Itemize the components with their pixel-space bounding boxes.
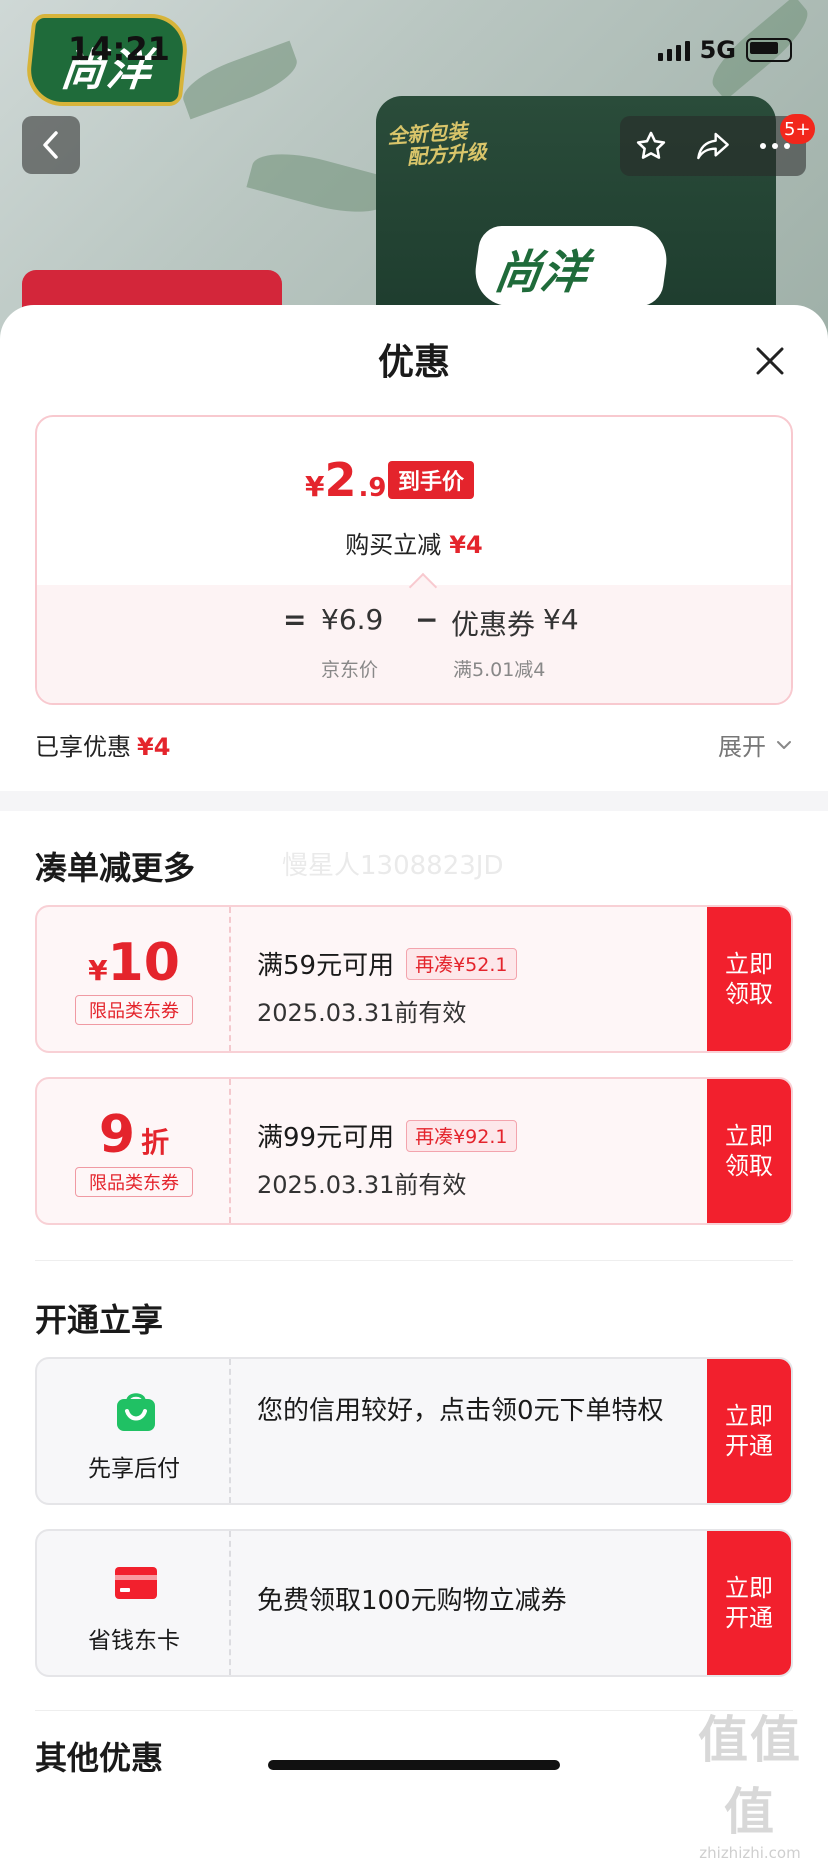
- expand-label: 展开: [718, 733, 766, 761]
- section-title-open-enjoy: 开通立享: [35, 1301, 164, 1339]
- coupon-type-tag: 限品类东券: [75, 1167, 193, 1197]
- shopping-bag-icon: [117, 1393, 155, 1431]
- more-dots-icon[interactable]: [758, 141, 792, 151]
- expand-button[interactable]: 展开: [718, 727, 792, 762]
- nav-action-group: [620, 116, 806, 176]
- site-watermark: 值值值 zhizhizhi.com: [680, 1700, 820, 1862]
- final-price-tag: 到手价: [388, 461, 475, 499]
- status-indicators: 5G: [657, 36, 792, 64]
- activate-service-button[interactable]: 立即开通: [707, 1359, 791, 1503]
- bag-promo-text: 全新包装 配方升级: [387, 119, 488, 170]
- bag-logo: 尚洋: [470, 226, 672, 306]
- enjoyed-discount-row: 已享优惠 ¥4: [35, 727, 170, 762]
- instant-discount-label: 购买立减: [345, 531, 442, 559]
- coupon-expiry: 2025.03.31前有效: [257, 1171, 467, 1199]
- battery-icon: [746, 38, 792, 62]
- star-favorite-icon[interactable]: [634, 129, 668, 163]
- service-card: 先享后付 您的信用较好，点击领0元下单特权 立即开通: [35, 1357, 793, 1505]
- coupon-card: 9折 限品类东券 满99元可用 再凑¥92.1 2025.03.31前有效 立即…: [35, 1077, 793, 1225]
- user-watermark: 慢星人1308823JD: [282, 851, 504, 881]
- coupon-unit: 折: [141, 1126, 170, 1159]
- section-title-more-discounts: 凑单减更多: [35, 849, 196, 887]
- instant-discount-amount: ¥4: [449, 531, 483, 559]
- sheet-title: 优惠: [377, 342, 450, 383]
- coupon-value: ¥10: [37, 933, 231, 993]
- jd-price-label: 京东价: [321, 659, 379, 681]
- service-icon-area: 先享后付: [37, 1359, 231, 1503]
- section-title-other-discounts: 其他优惠: [35, 1739, 164, 1777]
- final-price-integer: 2: [324, 453, 357, 507]
- close-icon[interactable]: [750, 341, 790, 381]
- claim-coupon-button[interactable]: 立即领取: [707, 1079, 791, 1223]
- coupon-expiry: 2025.03.31前有效: [257, 999, 467, 1027]
- claim-coupon-button[interactable]: 立即领取: [707, 907, 791, 1051]
- coupon-card: ¥10 限品类东券 满59元可用 再凑¥52.1 2025.03.31前有效 立…: [35, 905, 793, 1053]
- coupon-amount: 10: [107, 933, 180, 993]
- status-time: 14:21: [68, 30, 170, 68]
- coupon-condition-text: 满99元可用: [257, 1123, 395, 1153]
- jd-price-value: ¥6.9: [321, 603, 384, 636]
- coupon-amount: 9: [98, 1105, 136, 1165]
- site-watermark-url: zhizhizhi.com: [699, 1844, 801, 1862]
- coupon-gap-tag: 再凑¥92.1: [406, 1119, 517, 1152]
- service-icon-area: 省钱东卡: [37, 1531, 231, 1675]
- service-name: 先享后付: [88, 1456, 180, 1482]
- price-breakdown-area: [37, 585, 791, 703]
- card-icon: [115, 1567, 157, 1599]
- back-button[interactable]: [22, 116, 80, 174]
- discount-sheet: 优惠 ¥ 2 .9 到手价 购买立减 ¥4 = ¥6.9 − 优惠券 ¥4 京东价…: [0, 305, 828, 1792]
- section-separator: [35, 1260, 793, 1261]
- coupon-currency: ¥: [88, 954, 108, 987]
- coupon-value-area: 9折 限品类东券: [37, 1079, 231, 1223]
- message-count-badge: 5+: [780, 114, 815, 144]
- bag-logo-text: 尚洋: [491, 245, 591, 299]
- coupon-condition: 满59元可用 再凑¥52.1: [257, 945, 517, 982]
- enjoyed-amount: ¥4: [137, 733, 171, 761]
- chevron-left-icon: [43, 131, 58, 159]
- section-divider: [0, 791, 828, 811]
- bag-promo-line2: 配方升级: [406, 139, 488, 170]
- coupon-type-tag: 限品类东券: [75, 995, 193, 1025]
- chevron-down-icon: [777, 740, 791, 749]
- minus-sign: −: [415, 603, 439, 636]
- service-description: 免费领取100元购物立减券: [257, 1586, 567, 1616]
- coupon-condition: 满99元可用 再凑¥92.1: [257, 1117, 517, 1154]
- network-type: 5G: [699, 36, 736, 64]
- leaf-decoration: [246, 142, 394, 224]
- coupon-amount: ¥4: [543, 603, 579, 636]
- activate-service-button[interactable]: 立即开通: [707, 1531, 791, 1675]
- enjoyed-label: 已享优惠: [35, 733, 131, 761]
- home-indicator[interactable]: [268, 1760, 560, 1770]
- coupon-value: 9折: [37, 1105, 231, 1165]
- service-name: 省钱东卡: [88, 1628, 180, 1654]
- final-price-decimal: .9: [358, 473, 387, 503]
- final-price: ¥ 2 .9: [305, 453, 386, 507]
- site-watermark-logo: 值值值: [698, 1711, 802, 1841]
- equals-sign: =: [283, 603, 307, 636]
- service-card: 省钱东卡 免费领取100元购物立减券 立即开通: [35, 1529, 793, 1677]
- coupon-label: 优惠券: [451, 608, 536, 641]
- instant-discount-row: 购买立减 ¥4: [37, 525, 791, 560]
- coupon-gap-tag: 再凑¥52.1: [406, 947, 517, 980]
- service-description: 您的信用较好，点击领0元下单特权: [257, 1396, 664, 1426]
- leaf-decoration: [176, 40, 304, 120]
- final-price-currency: ¥: [305, 470, 325, 503]
- signal-icon: [657, 39, 690, 61]
- price-summary-card: ¥ 2 .9 到手价 购买立减 ¥4 = ¥6.9 − 优惠券 ¥4 京东价 满5…: [35, 415, 793, 705]
- share-icon[interactable]: [695, 130, 731, 162]
- coupon-condition-text: 满59元可用: [257, 951, 395, 981]
- coupon-value-area: ¥10 限品类东券: [37, 907, 231, 1051]
- coupon-rule: 满5.01减4: [453, 659, 546, 681]
